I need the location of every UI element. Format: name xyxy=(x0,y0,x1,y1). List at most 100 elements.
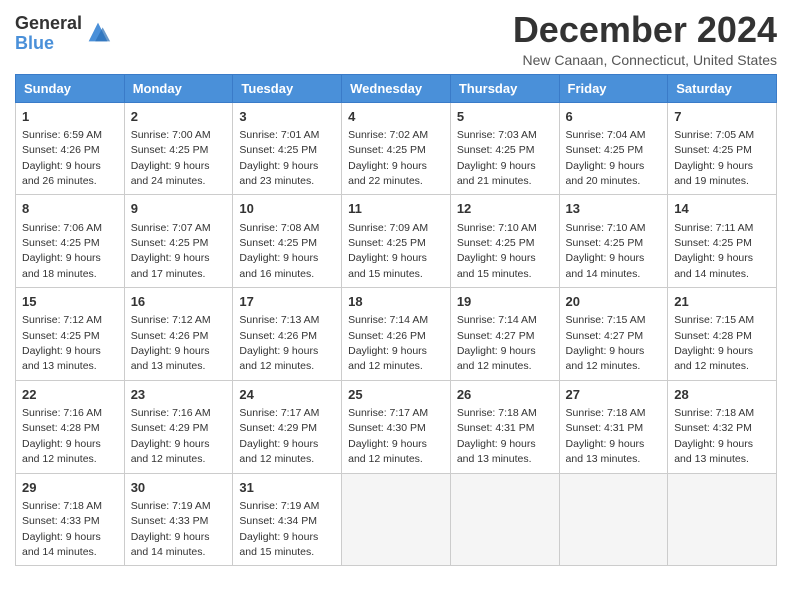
day-number: 1 xyxy=(22,108,118,126)
calendar-cell: 16 Sunrise: 7:12 AMSunset: 4:26 PMDaylig… xyxy=(124,288,233,381)
day-number: 16 xyxy=(131,293,227,311)
weekday-tuesday: Tuesday xyxy=(233,74,342,102)
day-number: 22 xyxy=(22,386,118,404)
calendar-cell: 12 Sunrise: 7:10 AMSunset: 4:25 PMDaylig… xyxy=(450,195,559,288)
day-info: Sunrise: 7:15 AMSunset: 4:27 PMDaylight:… xyxy=(566,314,646,372)
day-number: 23 xyxy=(131,386,227,404)
calendar-cell: 19 Sunrise: 7:14 AMSunset: 4:27 PMDaylig… xyxy=(450,288,559,381)
day-info: Sunrise: 7:17 AMSunset: 4:29 PMDaylight:… xyxy=(239,407,319,465)
day-number: 6 xyxy=(566,108,662,126)
calendar-cell xyxy=(559,473,668,566)
week-row-5: 29 Sunrise: 7:18 AMSunset: 4:33 PMDaylig… xyxy=(16,473,777,566)
day-info: Sunrise: 7:11 AMSunset: 4:25 PMDaylight:… xyxy=(674,222,753,280)
day-info: Sunrise: 7:19 AMSunset: 4:33 PMDaylight:… xyxy=(131,500,211,558)
day-info: Sunrise: 7:10 AMSunset: 4:25 PMDaylight:… xyxy=(566,222,646,280)
week-row-1: 1 Sunrise: 6:59 AMSunset: 4:26 PMDayligh… xyxy=(16,102,777,195)
day-info: Sunrise: 7:07 AMSunset: 4:25 PMDaylight:… xyxy=(131,222,211,280)
day-info: Sunrise: 7:18 AMSunset: 4:31 PMDaylight:… xyxy=(566,407,646,465)
weekday-header-row: SundayMondayTuesdayWednesdayThursdayFrid… xyxy=(16,74,777,102)
day-info: Sunrise: 6:59 AMSunset: 4:26 PMDaylight:… xyxy=(22,129,102,187)
day-info: Sunrise: 7:06 AMSunset: 4:25 PMDaylight:… xyxy=(22,222,102,280)
day-number: 5 xyxy=(457,108,553,126)
day-number: 14 xyxy=(674,200,770,218)
day-info: Sunrise: 7:09 AMSunset: 4:25 PMDaylight:… xyxy=(348,222,428,280)
weekday-friday: Friday xyxy=(559,74,668,102)
calendar-cell: 31 Sunrise: 7:19 AMSunset: 4:34 PMDaylig… xyxy=(233,473,342,566)
day-number: 13 xyxy=(566,200,662,218)
calendar-cell: 21 Sunrise: 7:15 AMSunset: 4:28 PMDaylig… xyxy=(668,288,777,381)
day-number: 25 xyxy=(348,386,444,404)
day-number: 12 xyxy=(457,200,553,218)
day-info: Sunrise: 7:02 AMSunset: 4:25 PMDaylight:… xyxy=(348,129,428,187)
day-info: Sunrise: 7:16 AMSunset: 4:29 PMDaylight:… xyxy=(131,407,211,465)
calendar-cell xyxy=(450,473,559,566)
day-info: Sunrise: 7:17 AMSunset: 4:30 PMDaylight:… xyxy=(348,407,428,465)
day-info: Sunrise: 7:16 AMSunset: 4:28 PMDaylight:… xyxy=(22,407,102,465)
calendar-cell: 13 Sunrise: 7:10 AMSunset: 4:25 PMDaylig… xyxy=(559,195,668,288)
calendar-table: SundayMondayTuesdayWednesdayThursdayFrid… xyxy=(15,74,777,567)
day-info: Sunrise: 7:18 AMSunset: 4:31 PMDaylight:… xyxy=(457,407,537,465)
day-number: 27 xyxy=(566,386,662,404)
day-number: 15 xyxy=(22,293,118,311)
calendar-cell: 27 Sunrise: 7:18 AMSunset: 4:31 PMDaylig… xyxy=(559,380,668,473)
calendar-cell: 23 Sunrise: 7:16 AMSunset: 4:29 PMDaylig… xyxy=(124,380,233,473)
calendar-cell: 11 Sunrise: 7:09 AMSunset: 4:25 PMDaylig… xyxy=(342,195,451,288)
day-info: Sunrise: 7:14 AMSunset: 4:27 PMDaylight:… xyxy=(457,314,537,372)
day-number: 10 xyxy=(239,200,335,218)
day-info: Sunrise: 7:10 AMSunset: 4:25 PMDaylight:… xyxy=(457,222,537,280)
logo-text: GeneralBlue xyxy=(15,14,82,54)
week-row-4: 22 Sunrise: 7:16 AMSunset: 4:28 PMDaylig… xyxy=(16,380,777,473)
day-number: 8 xyxy=(22,200,118,218)
calendar-cell: 10 Sunrise: 7:08 AMSunset: 4:25 PMDaylig… xyxy=(233,195,342,288)
day-number: 2 xyxy=(131,108,227,126)
week-row-3: 15 Sunrise: 7:12 AMSunset: 4:25 PMDaylig… xyxy=(16,288,777,381)
day-number: 17 xyxy=(239,293,335,311)
day-number: 28 xyxy=(674,386,770,404)
weekday-thursday: Thursday xyxy=(450,74,559,102)
calendar-cell: 7 Sunrise: 7:05 AMSunset: 4:25 PMDayligh… xyxy=(668,102,777,195)
day-number: 21 xyxy=(674,293,770,311)
weekday-sunday: Sunday xyxy=(16,74,125,102)
calendar-cell: 20 Sunrise: 7:15 AMSunset: 4:27 PMDaylig… xyxy=(559,288,668,381)
day-number: 20 xyxy=(566,293,662,311)
day-number: 3 xyxy=(239,108,335,126)
weekday-wednesday: Wednesday xyxy=(342,74,451,102)
calendar-cell: 24 Sunrise: 7:17 AMSunset: 4:29 PMDaylig… xyxy=(233,380,342,473)
calendar-cell: 18 Sunrise: 7:14 AMSunset: 4:26 PMDaylig… xyxy=(342,288,451,381)
calendar-cell: 22 Sunrise: 7:16 AMSunset: 4:28 PMDaylig… xyxy=(16,380,125,473)
calendar-cell: 5 Sunrise: 7:03 AMSunset: 4:25 PMDayligh… xyxy=(450,102,559,195)
day-info: Sunrise: 7:12 AMSunset: 4:26 PMDaylight:… xyxy=(131,314,211,372)
day-info: Sunrise: 7:01 AMSunset: 4:25 PMDaylight:… xyxy=(239,129,319,187)
calendar-cell: 9 Sunrise: 7:07 AMSunset: 4:25 PMDayligh… xyxy=(124,195,233,288)
day-number: 18 xyxy=(348,293,444,311)
week-row-2: 8 Sunrise: 7:06 AMSunset: 4:25 PMDayligh… xyxy=(16,195,777,288)
day-info: Sunrise: 7:05 AMSunset: 4:25 PMDaylight:… xyxy=(674,129,754,187)
day-info: Sunrise: 7:08 AMSunset: 4:25 PMDaylight:… xyxy=(239,222,319,280)
calendar-cell: 26 Sunrise: 7:18 AMSunset: 4:31 PMDaylig… xyxy=(450,380,559,473)
calendar-cell: 29 Sunrise: 7:18 AMSunset: 4:33 PMDaylig… xyxy=(16,473,125,566)
calendar-cell: 30 Sunrise: 7:19 AMSunset: 4:33 PMDaylig… xyxy=(124,473,233,566)
location-title: New Canaan, Connecticut, United States xyxy=(513,52,777,68)
calendar-cell: 14 Sunrise: 7:11 AMSunset: 4:25 PMDaylig… xyxy=(668,195,777,288)
calendar-cell: 4 Sunrise: 7:02 AMSunset: 4:25 PMDayligh… xyxy=(342,102,451,195)
logo: GeneralBlue xyxy=(15,14,112,54)
calendar-cell: 3 Sunrise: 7:01 AMSunset: 4:25 PMDayligh… xyxy=(233,102,342,195)
calendar-cell: 17 Sunrise: 7:13 AMSunset: 4:26 PMDaylig… xyxy=(233,288,342,381)
day-info: Sunrise: 7:18 AMSunset: 4:33 PMDaylight:… xyxy=(22,500,102,558)
weekday-monday: Monday xyxy=(124,74,233,102)
day-info: Sunrise: 7:19 AMSunset: 4:34 PMDaylight:… xyxy=(239,500,319,558)
day-info: Sunrise: 7:00 AMSunset: 4:25 PMDaylight:… xyxy=(131,129,211,187)
day-number: 4 xyxy=(348,108,444,126)
day-number: 9 xyxy=(131,200,227,218)
day-info: Sunrise: 7:15 AMSunset: 4:28 PMDaylight:… xyxy=(674,314,754,372)
day-number: 24 xyxy=(239,386,335,404)
day-number: 26 xyxy=(457,386,553,404)
logo-icon xyxy=(84,18,112,46)
day-info: Sunrise: 7:04 AMSunset: 4:25 PMDaylight:… xyxy=(566,129,646,187)
day-info: Sunrise: 7:13 AMSunset: 4:26 PMDaylight:… xyxy=(239,314,319,372)
calendar-cell: 15 Sunrise: 7:12 AMSunset: 4:25 PMDaylig… xyxy=(16,288,125,381)
day-number: 29 xyxy=(22,479,118,497)
calendar-cell: 1 Sunrise: 6:59 AMSunset: 4:26 PMDayligh… xyxy=(16,102,125,195)
day-info: Sunrise: 7:12 AMSunset: 4:25 PMDaylight:… xyxy=(22,314,102,372)
title-block: December 2024 New Canaan, Connecticut, U… xyxy=(513,10,777,68)
